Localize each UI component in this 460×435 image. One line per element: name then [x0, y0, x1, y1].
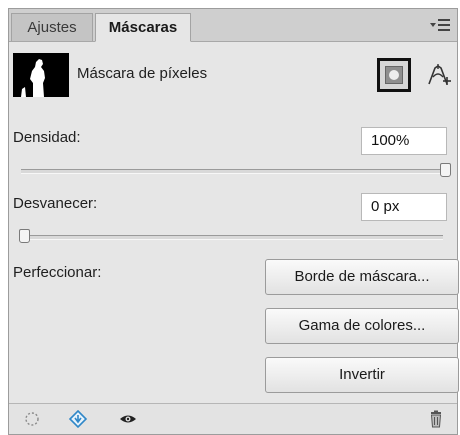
silhouette-icon: [13, 53, 69, 97]
density-slider-track[interactable]: [21, 169, 443, 174]
apply-mask-icon[interactable]: [67, 410, 89, 428]
density-field[interactable]: 100%: [361, 127, 447, 155]
density-label: Densidad:: [13, 129, 81, 146]
tab-masks[interactable]: Máscaras: [95, 13, 191, 42]
feather-slider-thumb[interactable]: [19, 229, 30, 243]
refine-label: Perfeccionar:: [13, 264, 102, 281]
tab-adjustments[interactable]: Ajustes: [11, 13, 93, 41]
invert-button[interactable]: Invertir: [265, 357, 459, 393]
trash-icon[interactable]: [427, 410, 445, 428]
feather-field[interactable]: 0 px: [361, 193, 447, 221]
panel-menu-icon[interactable]: [429, 17, 451, 33]
feather-slider-track[interactable]: [21, 235, 443, 240]
color-range-button[interactable]: Gama de colores...: [265, 308, 459, 344]
vector-mask-button[interactable]: [423, 60, 453, 90]
mask-edge-button[interactable]: Borde de máscara...: [265, 259, 459, 295]
pixel-mask-icon: [385, 66, 403, 84]
pixel-mask-button[interactable]: [377, 58, 411, 92]
feather-label: Desvanecer:: [13, 195, 98, 212]
mask-type-label: Máscara de píxeles: [77, 65, 208, 82]
load-selection-icon[interactable]: [23, 410, 41, 428]
density-slider-thumb[interactable]: [440, 163, 451, 177]
visibility-eye-icon[interactable]: [119, 410, 137, 428]
masks-panel: Ajustes Máscaras Máscara de píxeles Dens…: [8, 8, 459, 435]
panel-tab-bar: Ajustes Máscaras: [9, 9, 457, 42]
panel-footer: [9, 403, 457, 434]
mask-thumbnail[interactable]: [13, 53, 69, 97]
